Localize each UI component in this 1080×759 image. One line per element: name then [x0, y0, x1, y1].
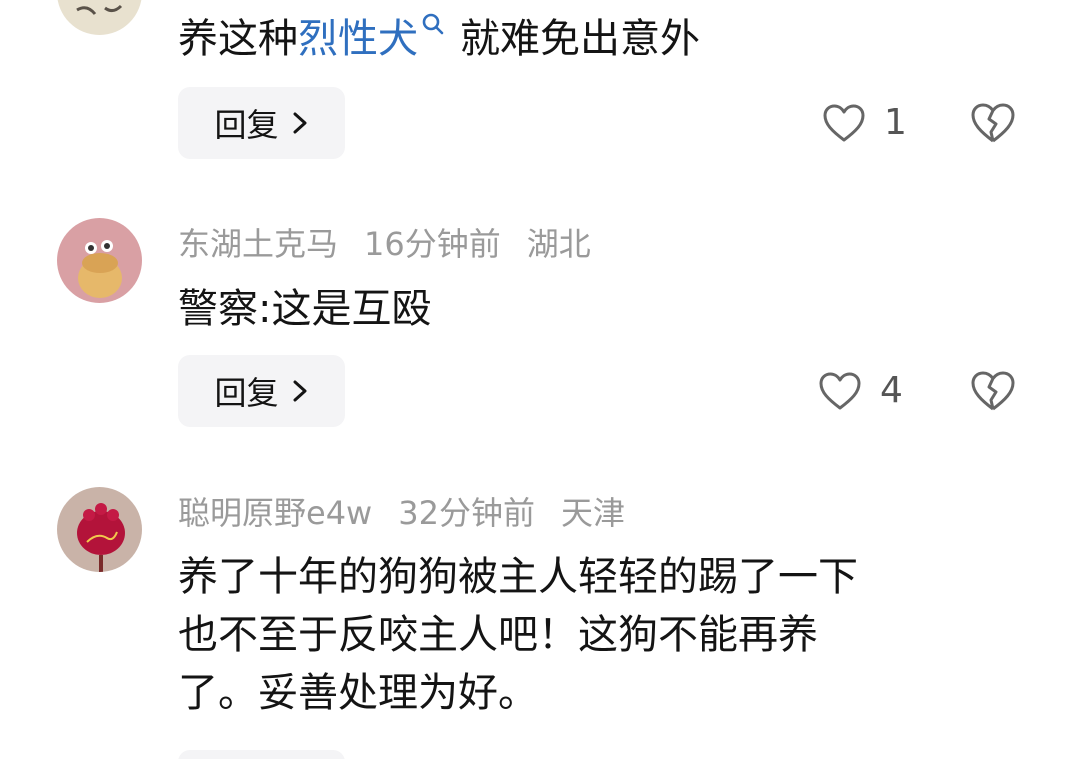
- comment-text: 养了十年的狗狗被主人轻轻的踢了一下 也不至于反咬主人吧！这狗不能再养 了。妥善处…: [178, 548, 858, 722]
- avatar-flower[interactable]: [57, 487, 142, 572]
- avatar-cartoon[interactable]: [57, 218, 142, 303]
- timestamp: 16分钟前: [364, 225, 501, 263]
- comment-line: 了。妥善处理为好。: [178, 670, 538, 716]
- comment-line: 警察:这是互殴: [178, 286, 432, 332]
- search-icon[interactable]: [420, 12, 446, 38]
- heart-outline-icon: [823, 104, 865, 142]
- broken-heart-icon: [971, 103, 1015, 143]
- comment-list: 养这种烈性犬 就难免出意外 回复 1 东湖土克马 16分钟前 湖北 警察:这是互殴 回…: [0, 0, 1080, 759]
- comment-meta: 东湖土克马 16分钟前 湖北: [178, 224, 617, 264]
- like-button[interactable]: 4: [818, 371, 903, 411]
- username[interactable]: 东湖土克马: [178, 225, 338, 263]
- chevron-right-icon: [293, 112, 306, 134]
- reply-button[interactable]: [178, 750, 345, 759]
- comment-text-after: 就难免出意外: [460, 16, 700, 62]
- avatar-calligraphy[interactable]: [57, 0, 142, 35]
- reply-button[interactable]: 回复: [178, 355, 345, 427]
- timestamp: 32分钟前: [398, 494, 535, 532]
- comment-text-before: 养这种: [178, 16, 298, 62]
- comment-line: 也不至于反咬主人吧！这狗不能再养: [178, 612, 818, 658]
- like-count: 1: [884, 102, 907, 143]
- comment-text: 养这种烈性犬 就难免出意外: [178, 10, 700, 68]
- like-count: 4: [880, 370, 903, 411]
- comment-line: 养了十年的狗狗被主人轻轻的踢了一下: [178, 554, 858, 600]
- heart-outline-icon: [819, 372, 861, 410]
- reply-button[interactable]: 回复: [178, 87, 345, 159]
- username[interactable]: 聪明原野e4w: [178, 494, 372, 532]
- reply-label: 回复: [214, 106, 279, 144]
- like-button[interactable]: 1: [822, 103, 907, 143]
- broken-heart-icon: [971, 371, 1015, 411]
- location: 天津: [560, 494, 625, 532]
- comment-text: 警察:这是互殴: [178, 280, 431, 338]
- location: 湖北: [526, 225, 591, 263]
- comment-meta: 聪明原野e4w 32分钟前 天津: [178, 493, 651, 533]
- reply-label: 回复: [214, 374, 279, 412]
- dislike-button[interactable]: [970, 102, 1016, 144]
- keyword-link[interactable]: 烈性犬: [298, 16, 418, 62]
- dislike-button[interactable]: [970, 370, 1016, 412]
- chevron-right-icon: [293, 380, 306, 402]
